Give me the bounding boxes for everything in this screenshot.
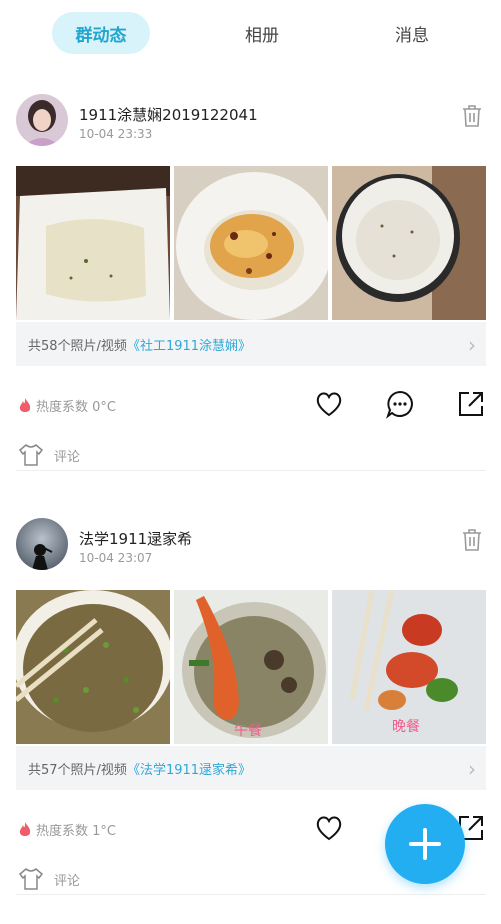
divider	[16, 894, 486, 895]
post-author[interactable]: 法学1911逯家希	[79, 528, 192, 549]
photo-label: 午餐	[234, 723, 262, 739]
album-count: 共58个照片/视频	[28, 338, 127, 354]
share-icon[interactable]	[456, 389, 486, 419]
heart-icon[interactable]	[314, 389, 344, 419]
avatar[interactable]	[16, 94, 68, 146]
album-name-link[interactable]: 《法学1911逯家希》	[127, 759, 251, 778]
post-time: 10-04 23:07	[79, 551, 153, 565]
photo-thumbnail[interactable]: 午餐	[174, 590, 328, 744]
album-link-bar[interactable]: 共58个照片/视频 《社工1911涂慧娴》 ›	[16, 322, 486, 366]
comment-icon[interactable]	[385, 389, 415, 419]
add-post-button[interactable]	[385, 804, 465, 884]
post-author[interactable]: 1911涂慧娴2019122041	[79, 104, 258, 125]
heat-text: 热度系数 0°C	[36, 400, 116, 415]
album-count: 共57个照片/视频	[28, 762, 127, 778]
flame-icon	[19, 821, 31, 836]
photo-grid: 午餐 晚餐	[16, 590, 486, 744]
tshirt-icon	[18, 868, 44, 890]
tab-messages[interactable]: 消息	[372, 12, 452, 54]
heat-indicator: 热度系数 1°C	[18, 820, 116, 839]
album-name-link[interactable]: 《社工1911涂慧娴》	[127, 335, 251, 354]
tab-group-feed[interactable]: 群动态	[52, 12, 150, 54]
plus-icon	[409, 828, 441, 860]
comment-placeholder: 评论	[54, 449, 81, 465]
photo-label: 晚餐	[392, 719, 420, 735]
post-time: 10-04 23:33	[79, 127, 153, 141]
heat-indicator: 热度系数 0°C	[18, 396, 116, 415]
comment-placeholder: 评论	[54, 873, 81, 889]
trash-icon[interactable]	[461, 104, 483, 128]
photo-thumbnail[interactable]	[16, 166, 170, 320]
tshirt-icon	[18, 444, 44, 466]
comment-input-row[interactable]: 评论	[18, 867, 80, 891]
photo-grid	[16, 166, 486, 320]
tab-album[interactable]: 相册	[222, 12, 302, 54]
photo-thumbnail[interactable]	[332, 166, 486, 320]
heart-icon[interactable]	[314, 813, 344, 843]
comment-input-row[interactable]: 评论	[18, 443, 80, 467]
flame-icon	[19, 397, 31, 412]
album-link-bar[interactable]: 共57个照片/视频 《法学1911逯家希》 ›	[16, 746, 486, 790]
photo-thumbnail[interactable]	[174, 166, 328, 320]
trash-icon[interactable]	[461, 528, 483, 552]
photo-thumbnail[interactable]: 晚餐	[332, 590, 486, 744]
divider	[16, 470, 486, 471]
photo-thumbnail[interactable]	[16, 590, 170, 744]
chevron-right-icon: ›	[468, 333, 476, 357]
chevron-right-icon: ›	[468, 757, 476, 781]
avatar[interactable]	[16, 518, 68, 570]
top-tabs: 群动态 相册 消息	[0, 0, 501, 68]
heat-text: 热度系数 1°C	[36, 824, 116, 839]
